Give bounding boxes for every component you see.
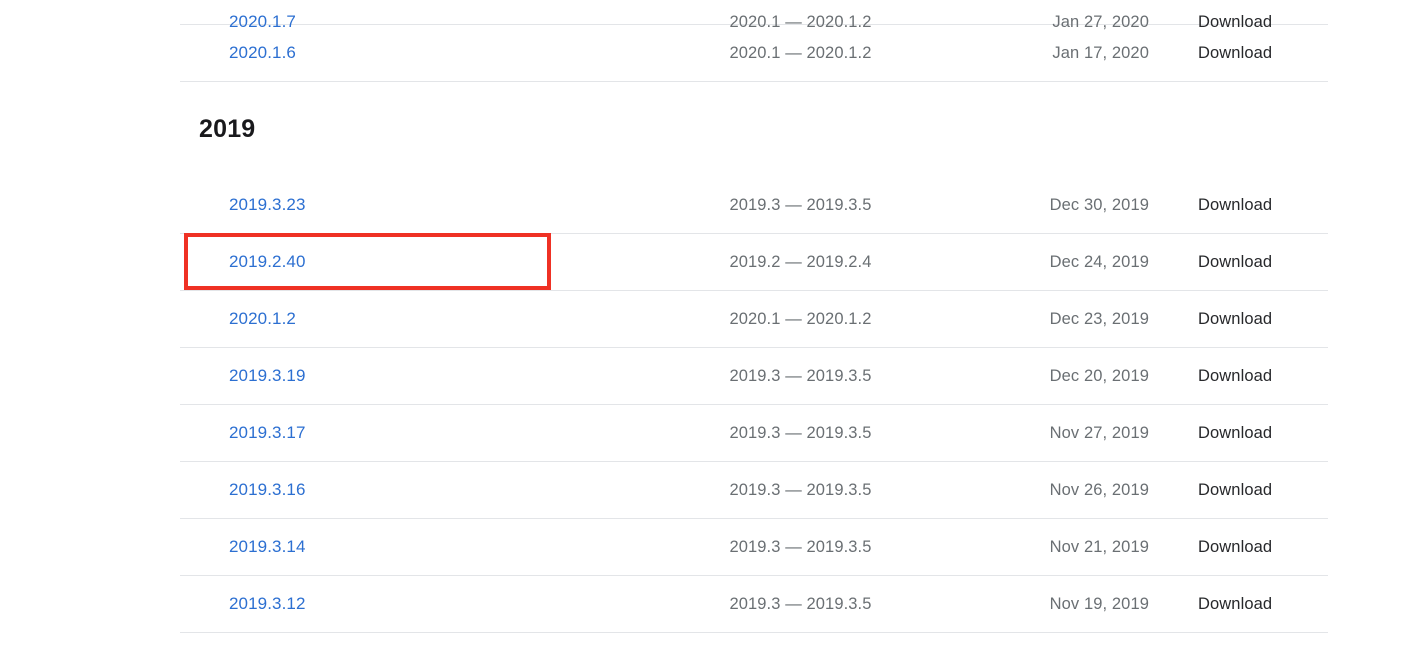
version-link[interactable]: 2019.3.23 — [229, 195, 306, 214]
download-link[interactable]: Download — [1198, 310, 1272, 328]
download-cell: Download — [1149, 310, 1328, 329]
download-link[interactable]: Download — [1198, 367, 1272, 385]
version-cell: 2019.3.19 — [180, 366, 632, 386]
release-date: Nov 26, 2019 — [1049, 480, 1149, 499]
download-cell: Download — [1149, 481, 1328, 500]
table-row: 2019.3.19 2019.3 — 2019.3.5 Dec 20, 2019 Do… — [180, 348, 1328, 405]
compatibility-range: 2019.3 — 2019.3.5 — [729, 423, 872, 442]
version-link[interactable]: 2020.1.2 — [229, 309, 296, 328]
compatibility-range: 2019.2 — 2019.2.4 — [729, 252, 872, 271]
release-date: Nov 19, 2019 — [1049, 594, 1149, 613]
year-heading: 2019 — [199, 115, 256, 143]
compatibility-range: 2020.1 — 2020.1.2 — [729, 43, 872, 62]
download-link[interactable]: Download — [1198, 424, 1272, 442]
table-row: 2019.3.23 2019.3 — 2019.3.5 Dec 30, 2019 Do… — [180, 177, 1328, 234]
download-cell: Download — [1149, 13, 1328, 32]
version-cell: 2019.3.16 — [180, 480, 632, 500]
download-link[interactable]: Download — [1198, 44, 1272, 62]
version-link[interactable]: 2019.3.19 — [229, 366, 306, 385]
version-cell: 2020.1.2 — [180, 309, 632, 329]
download-cell: Download — [1149, 196, 1328, 215]
release-date: Dec 24, 2019 — [1049, 252, 1149, 271]
download-cell: Download — [1149, 44, 1328, 63]
compatibility-range: 2019.3 — 2019.3.5 — [729, 195, 872, 214]
version-link[interactable]: 2019.3.16 — [229, 480, 306, 499]
table-row: 2020.1.7 2020.1 — 2020.1.2 Jan 27, 2020 Dow… — [180, 0, 1328, 31]
release-date: Dec 23, 2019 — [1049, 309, 1149, 328]
table-row: 2019.3.12 2019.3 — 2019.3.5 Nov 19, 2019 Do… — [180, 576, 1328, 633]
release-table: 2020.1.7 2020.1 — 2020.1.2 Jan 27, 2020 Dow… — [180, 0, 1328, 633]
release-list-page: 2020.1.7 2020.1 — 2020.1.2 Jan 27, 2020 Dow… — [0, 0, 1411, 664]
download-cell: Download — [1149, 253, 1328, 272]
download-cell: Download — [1149, 538, 1328, 557]
version-link[interactable]: 2020.1.7 — [229, 12, 296, 31]
download-link[interactable]: Download — [1198, 196, 1272, 214]
compatibility-range: 2019.3 — 2019.3.5 — [729, 366, 872, 385]
version-cell: 2020.1.6 — [180, 43, 632, 63]
compatibility-range: 2019.3 — 2019.3.5 — [729, 537, 872, 556]
table-row: 2019.3.14 2019.3 — 2019.3.5 Nov 21, 2019 Do… — [180, 519, 1328, 576]
table-row: 2019.3.17 2019.3 — 2019.3.5 Nov 27, 2019 Do… — [180, 405, 1328, 462]
compatibility-range: 2019.3 — 2019.3.5 — [729, 480, 872, 499]
version-link[interactable]: 2020.1.6 — [229, 43, 296, 62]
version-link[interactable]: 2019.2.40 — [229, 252, 306, 271]
download-cell: Download — [1149, 367, 1328, 386]
download-link[interactable]: Download — [1198, 481, 1272, 499]
release-date: Nov 27, 2019 — [1049, 423, 1149, 442]
version-cell: 2019.2.40 — [180, 252, 632, 272]
compatibility-range: 2020.1 — 2020.1.2 — [729, 309, 872, 328]
release-date: Jan 27, 2020 — [1052, 13, 1149, 31]
compatibility-range: 2020.1 — 2020.1.2 — [729, 13, 872, 31]
version-cell: 2019.3.12 — [180, 594, 632, 614]
version-cell: 2020.1.7 — [180, 12, 632, 32]
table-row: 2020.1.6 2020.1 — 2020.1.2 Jan 17, 2020 Dow… — [180, 25, 1328, 82]
download-cell: Download — [1149, 595, 1328, 614]
release-date: Nov 21, 2019 — [1049, 537, 1149, 556]
download-cell: Download — [1149, 424, 1328, 443]
version-cell: 2019.3.17 — [180, 423, 632, 443]
release-date: Jan 17, 2020 — [1052, 43, 1149, 62]
download-link[interactable]: Download — [1198, 13, 1272, 31]
version-link[interactable]: 2019.3.17 — [229, 423, 306, 442]
version-link[interactable]: 2019.3.14 — [229, 537, 306, 556]
table-row: 2020.1.2 2020.1 — 2020.1.2 Dec 23, 2019 Dow… — [180, 291, 1328, 348]
release-date: Dec 20, 2019 — [1049, 366, 1149, 385]
version-cell: 2019.3.14 — [180, 537, 632, 557]
table-row: 2019.2.40 2019.2 — 2019.2.4 Dec 24, 2019 Do… — [180, 234, 1328, 291]
version-link[interactable]: 2019.3.12 — [229, 594, 306, 613]
download-link[interactable]: Download — [1198, 253, 1272, 271]
download-link[interactable]: Download — [1198, 595, 1272, 613]
table-row: 2019.3.16 2019.3 — 2019.3.5 Nov 26, 2019 Do… — [180, 462, 1328, 519]
release-date: Dec 30, 2019 — [1049, 195, 1149, 214]
version-cell: 2019.3.23 — [180, 195, 632, 215]
download-link[interactable]: Download — [1198, 538, 1272, 556]
compatibility-range: 2019.3 — 2019.3.5 — [729, 594, 872, 613]
